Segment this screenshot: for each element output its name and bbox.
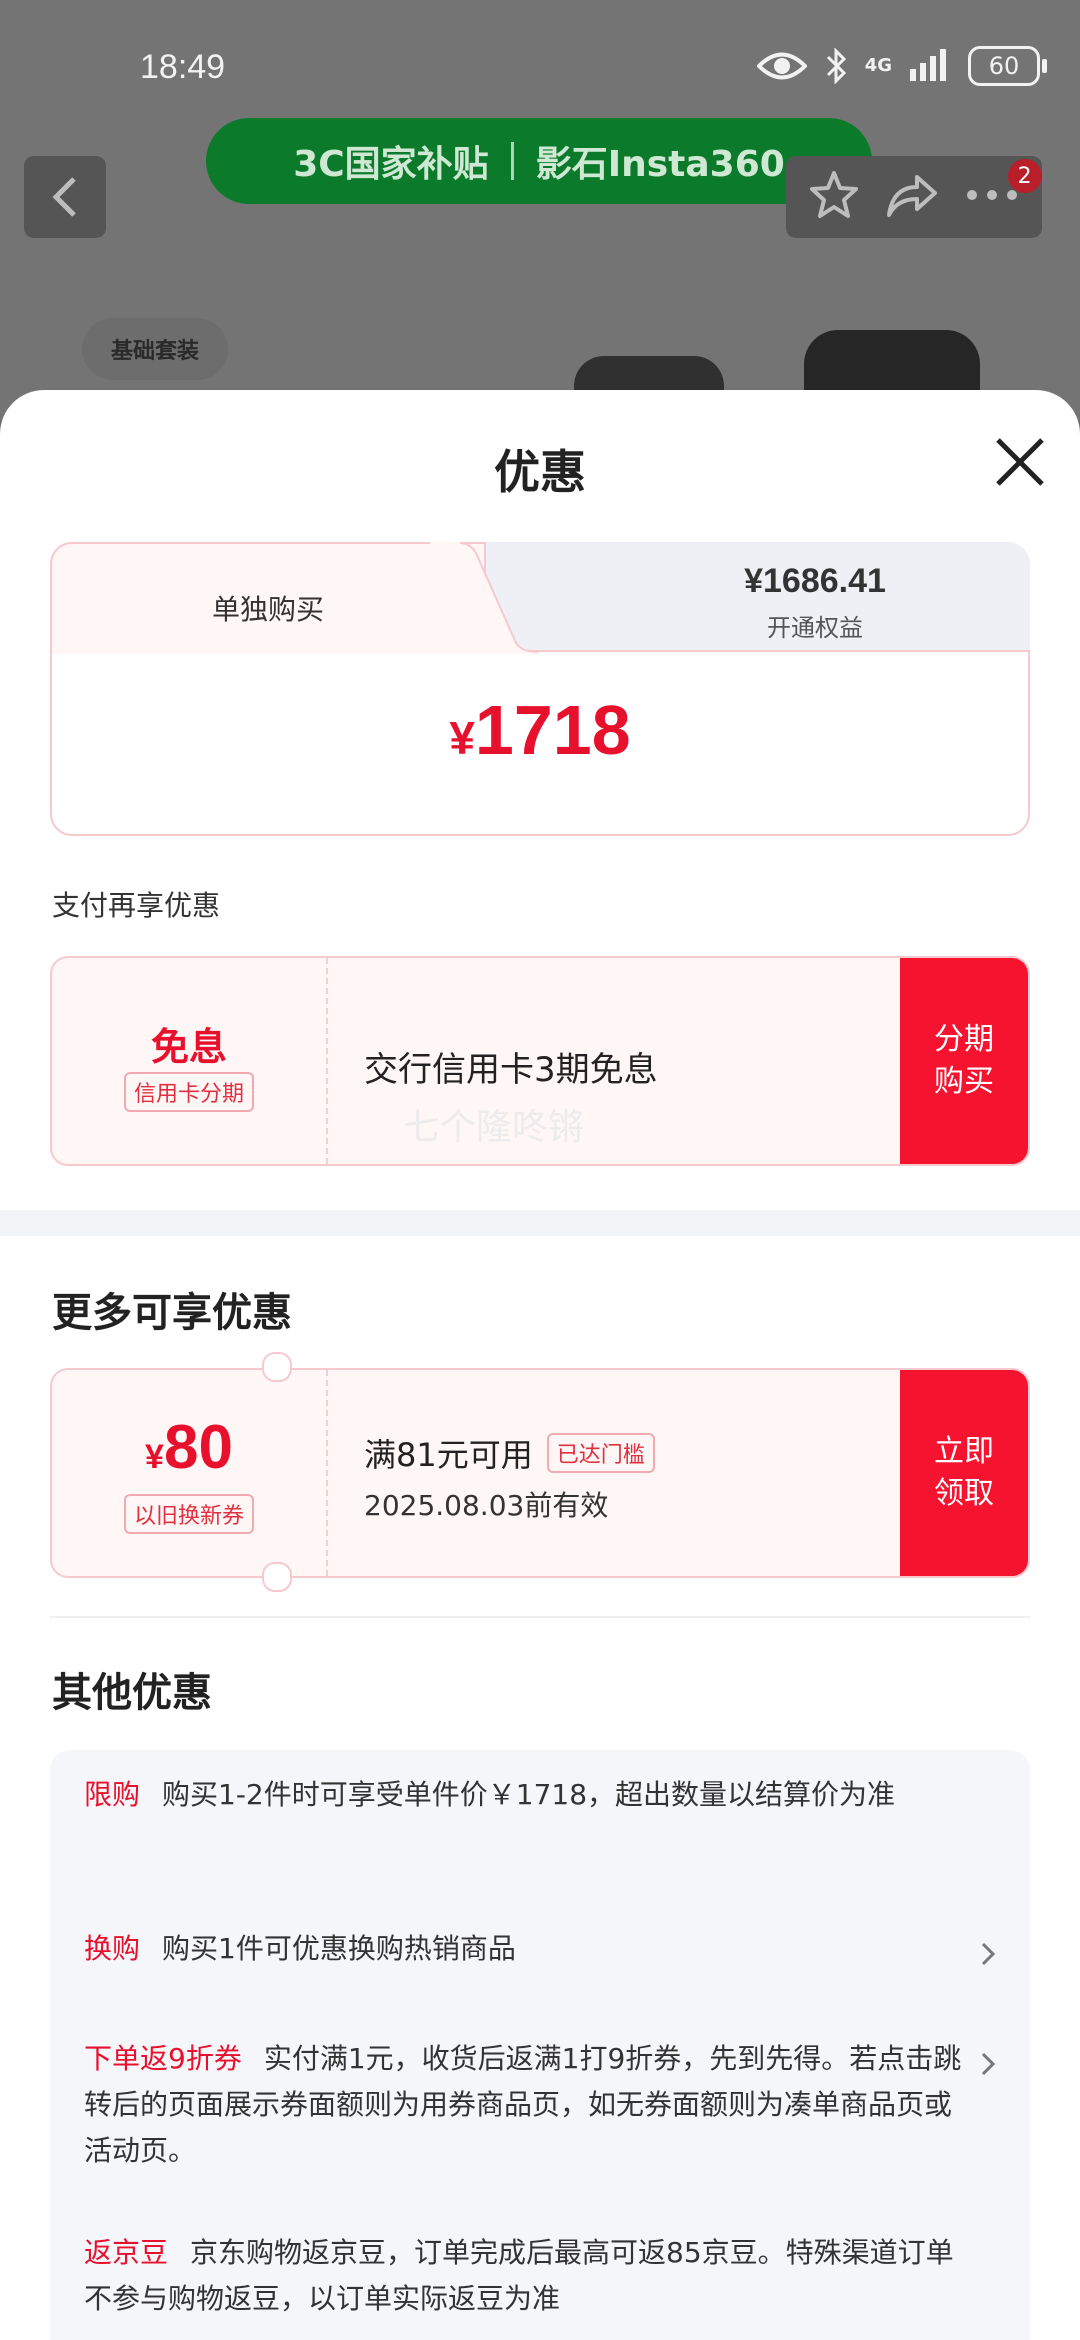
tab-member-label[interactable]: 开通权益 [590,608,1040,643]
divider-line [50,1616,1030,1618]
price-currency: ¥ [449,712,475,764]
chevron-left-icon [52,177,76,217]
claim-coupon-button[interactable]: 立即 领取 [900,1370,1028,1576]
promo-item-purchase-limit: 限购 购买1-2件时可享受单件价￥1718，超出数量以结算价为准 [84,1772,964,1818]
package-tag[interactable]: 基础套装 [82,318,228,380]
pay-more-label: 支付再享优惠 [52,889,221,922]
status-icons: 4G 60 [756,46,1047,86]
promo-item-jd-beans: 返京豆 京东购物返京豆，订单完成后最高可返85京豆。特殊渠道订单不参与购物返豆，以… [84,2230,964,2322]
coupon-divider [326,1370,328,1576]
discount-sheet: 优惠 单独购买 ¥1686.41 开通权益 ¥1718 支付再享优惠 免息 信用… [0,390,1080,2340]
sheet-title: 优惠 [494,445,586,499]
coupon-currency: ¥ [145,1438,164,1476]
status-time: 18:49 [140,48,226,86]
installment-left: 免息 信用卡分期 [52,958,326,1164]
battery-icon: 60 [968,46,1047,86]
promo-text: 购买1-2件时可享受单件价￥1718，超出数量以结算价为准 [162,1778,896,1811]
tab-member-price[interactable]: ¥1686.41 [590,562,1040,601]
coupon-condition: 满81元可用 已达门槛 [364,1430,655,1476]
subsidy-banner: 3C国家补贴 影石Insta360 [206,118,872,204]
banner-right-text: 影石Insta360 [535,144,785,185]
star-icon[interactable] [808,169,860,225]
coupon-type-tag: 以旧换新券 [123,1494,254,1534]
installment-tag: 信用卡分期 [123,1072,254,1112]
top-actions-bar: 2 [786,156,1042,238]
claim-action-line2: 领取 [934,1476,994,1511]
other-discounts-list: 限购 购买1-2件时可享受单件价￥1718，超出数量以结算价为准 换购 购买1件可优… [50,1750,1030,2340]
coupon-divider [326,958,328,1164]
eye-icon [756,49,807,83]
promo-text: 京东购物返京豆，订单完成后最高可返85京豆。特殊渠道订单不参与购物返豆，以订单实… [84,2236,954,2315]
signal-icon [910,47,950,85]
coupon-amount: ¥80 [52,1412,326,1483]
banner-divider [510,142,514,180]
notification-badge: 2 [1007,159,1042,193]
more-dots-icon [966,190,1017,200]
back-button[interactable] [24,156,106,238]
price-amount: 1718 [474,691,631,769]
watermark: 七个隆咚锵 [404,1107,585,1148]
section-separator [0,1210,1080,1236]
trade-in-coupon: ¥80 以旧换新券 满81元可用 已达门槛 2025.08.03前有效 立即 领… [50,1368,1030,1578]
more-discounts-title: 更多可享优惠 [52,1290,292,1336]
final-price: ¥1718 [50,690,1030,770]
coupon-value: 80 [163,1413,233,1482]
more-button[interactable]: 2 [964,159,1042,209]
promo-type: 返京豆 [84,2236,169,2269]
promo-type: 下单返9折券 [84,2042,242,2075]
installment-action-line1: 分期 [934,1022,994,1057]
network-type: 4G [864,55,892,76]
coupon-condition-text: 满81元可用 [364,1436,533,1474]
promo-type: 换购 [84,1932,141,1965]
installment-action-line2: 购买 [934,1064,994,1099]
close-button[interactable] [988,430,1052,494]
bluetooth-icon [825,48,847,84]
coupon-notch [262,1562,292,1592]
price-card: 单独购买 ¥1686.41 开通权益 ¥1718 [50,542,1030,836]
chevron-right-icon[interactable] [974,1940,1002,1968]
promo-type: 限购 [84,1778,141,1811]
coupon-left: ¥80 以旧换新券 [52,1370,326,1576]
banner-left-text: 3C国家补贴 [293,144,489,185]
installment-text: 交行信用卡3期免息 [364,1050,658,1090]
other-discounts-title: 其他优惠 [52,1670,212,1716]
coupon-notch [262,1352,292,1382]
claim-action-line1: 立即 [934,1434,994,1469]
promo-item-exchange[interactable]: 换购 购买1件可优惠换购热销商品 [84,1926,964,1972]
promo-item-return-coupon[interactable]: 下单返9折券 实付满1元，收货后返满1打9折券，先到先得。若点击跳转后的页面展示券… [84,2036,964,2174]
promo-text: 购买1件可优惠换购热销商品 [162,1932,516,1965]
coupon-validity: 2025.08.03前有效 [364,1489,609,1522]
tab-single-purchase-label: 单独购买 [211,593,324,626]
close-icon [996,438,1044,486]
installment-buy-button[interactable]: 分期 购买 [900,958,1028,1164]
threshold-tag: 已达门槛 [546,1433,655,1473]
share-icon[interactable] [885,171,939,223]
installment-title: 免息 [150,1025,227,1069]
chevron-right-icon[interactable] [974,2050,1002,2078]
